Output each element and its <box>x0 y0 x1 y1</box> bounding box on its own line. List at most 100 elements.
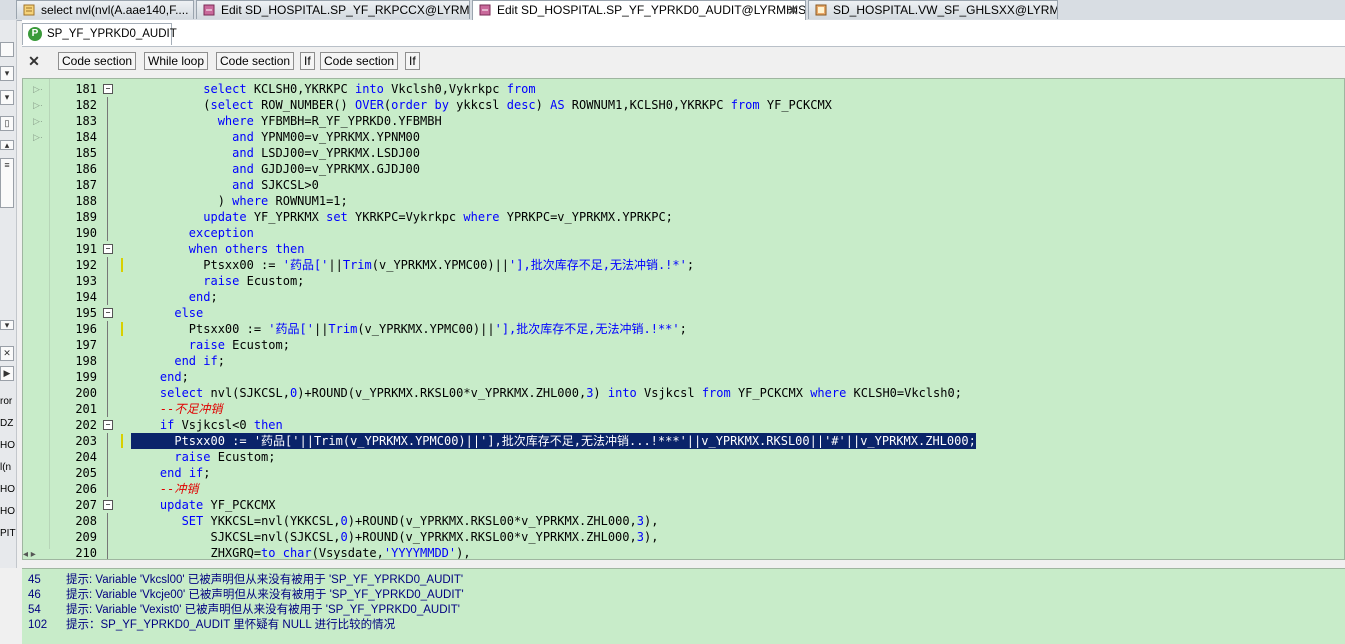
code-line[interactable]: 203 Ptsxx00 := '药品['||Trim(v_YPRKMX.YPMC… <box>49 433 1344 449</box>
code-text[interactable]: --冲销 <box>131 481 198 497</box>
close-icon[interactable]: ✕ <box>0 346 14 361</box>
fold-toggle-icon[interactable]: − <box>103 308 113 318</box>
code-line[interactable]: 208 SET YKKCSL=nvl(YKKCSL,0)+ROUND(v_YPR… <box>49 513 1344 529</box>
code-line[interactable]: 192 Ptsxx00 := '药品['||Trim(v_YPRKMX.YPMC… <box>49 257 1344 273</box>
code-line[interactable]: 202− if Vsjkcsl<0 then <box>49 417 1344 433</box>
code-text[interactable]: and YPNM00=v_YPRKMX.YPNM00 <box>131 129 420 145</box>
code-editor[interactable]: ▷· ▷· ▷· ▷· 181− select KCLSH0,YKRKPC in… <box>22 78 1345 560</box>
code-line[interactable]: 185 and LSDJ00=v_YPRKMX.LSDJ00 <box>49 145 1344 161</box>
code-text[interactable]: raise Ecustom; <box>131 337 290 353</box>
code-line[interactable]: 182 (select ROW_NUMBER() OVER(order by y… <box>49 97 1344 113</box>
message-row[interactable]: 102 提示：SP_YF_YPRKD0_AUDIT 里怀疑有 NULL 进行比较的… <box>28 618 395 633</box>
code-line[interactable]: 197 raise Ecustom; <box>49 337 1344 353</box>
scroll-down-icon[interactable]: ▾ <box>0 320 14 330</box>
code-text[interactable]: raise Ecustom; <box>131 449 275 465</box>
message-row[interactable]: 45 提示: Variable 'Vkcsl00' 已被声明但从来没有被用于 'S… <box>28 573 463 588</box>
code-text[interactable]: update YF_PCKCMX <box>131 497 276 513</box>
tab-edit-yprkd0-audit[interactable]: Edit SD_HOSPITAL.SP_YF_YPRKD0_AUDIT@LYRM… <box>472 0 806 20</box>
code-text[interactable]: end if; <box>131 465 211 481</box>
code-line[interactable]: 189 update YF_YPRKMX set YKRKPC=Vykrkpc … <box>49 209 1344 225</box>
code-line[interactable]: 201 --不足冲销 <box>49 401 1344 417</box>
code-text[interactable]: if Vsjkcsl<0 then <box>131 417 283 433</box>
code-line[interactable]: 181− select KCLSH0,YKRKPC into Vkclsh0,V… <box>49 81 1344 97</box>
scroll-up-icon[interactable]: ▴ <box>0 140 14 150</box>
tab-sp-yf-yprkd0-audit[interactable]: P SP_YF_YPRKD0_AUDIT <box>22 23 177 45</box>
play-icon[interactable]: ▶ <box>0 366 14 381</box>
panel-button[interactable] <box>0 42 14 57</box>
fold-toggle-icon[interactable]: − <box>103 420 113 430</box>
fold-arrow-icon[interactable]: ▷· <box>33 83 47 95</box>
message-line-number: 45 <box>28 574 41 586</box>
horizontal-scroll-arrows[interactable]: ◂ ▸ <box>23 549 49 559</box>
breadcrumb-if[interactable]: If <box>405 52 420 70</box>
close-icon[interactable]: ✕ <box>787 1 799 19</box>
code-line[interactable]: 206 --冲销 <box>49 481 1344 497</box>
breadcrumb-code-section[interactable]: Code section <box>216 52 295 70</box>
fold-arrow-icon[interactable]: ▷· <box>33 131 47 143</box>
code-text[interactable]: end if; <box>131 353 225 369</box>
code-text[interactable]: Ptsxx00 := '药品['||Trim(v_YPRKMX.YPMC00)|… <box>131 257 694 273</box>
tab-edit-rkpccx[interactable]: Edit SD_HOSPITAL.SP_YF_RKPCCX@LYRMHIS <box>196 0 470 19</box>
dropdown-arrow-icon[interactable]: ▾ <box>0 90 14 105</box>
dropdown-arrow-icon[interactable]: ▾ <box>0 66 14 81</box>
code-text[interactable]: else <box>131 305 203 321</box>
code-line[interactable]: 190 exception <box>49 225 1344 241</box>
breadcrumb-code-section[interactable]: Code section <box>320 52 399 70</box>
tab-select-query[interactable]: select nvl(nvl(A.aae140,F.... <box>16 0 194 19</box>
fold-arrow-icon[interactable]: ▷· <box>33 99 47 111</box>
code-text[interactable]: ) where ROWNUM1=1; <box>131 193 348 209</box>
code-text[interactable]: end; <box>131 289 218 305</box>
fold-guide <box>107 545 108 559</box>
code-text[interactable]: exception <box>131 225 254 241</box>
code-line[interactable]: 210 ZHXGRQ=to_char(Vsysdate,'YYYYMMDD'), <box>49 545 1344 559</box>
code-text[interactable]: SJKCSL=nvl(SJKCSL,0)+ROUND(v_YPRKMX.RKSL… <box>131 529 658 545</box>
code-text[interactable]: Ptsxx00 := '药品['||Trim(v_YPRKMX.YPMC00)|… <box>131 321 687 337</box>
code-line[interactable]: 193 raise Ecustom; <box>49 273 1344 289</box>
code-line[interactable]: 207− update YF_PCKCMX <box>49 497 1344 513</box>
breadcrumb-if[interactable]: If <box>300 52 315 70</box>
scrollbar-thumb[interactable]: ≡ <box>0 158 14 208</box>
message-row[interactable]: 54 提示: Variable 'Vexist0' 已被声明但从来没有被用于 'S… <box>28 603 460 618</box>
code-text[interactable]: --不足冲销 <box>131 401 222 417</box>
breadcrumb-while-loop[interactable]: While loop <box>144 52 209 70</box>
code-line[interactable]: 204 raise Ecustom; <box>49 449 1344 465</box>
document-icon[interactable]: ▯ <box>0 116 14 131</box>
code-text[interactable]: raise Ecustom; <box>131 273 304 289</box>
tab-view-ghlsxx[interactable]: SD_HOSPITAL.VW_SF_GHLSXX@LYRMHIS <box>808 0 1058 19</box>
code-line[interactable]: 196 Ptsxx00 := '药品['||Trim(v_YPRKMX.YPMC… <box>49 321 1344 337</box>
code-text[interactable]: where YFBMBH=R_YF_YPRKD0.YFBMBH <box>131 113 442 129</box>
code-line[interactable]: 195− else <box>49 305 1344 321</box>
breadcrumb-code-section[interactable]: Code section <box>58 52 137 70</box>
fold-arrow-icon[interactable]: ▷· <box>33 115 47 127</box>
code-text[interactable]: end; <box>131 369 189 385</box>
code-text[interactable]: SET YKKCSL=nvl(YKKCSL,0)+ROUND(v_YPRKMX.… <box>131 513 659 529</box>
code-text[interactable]: update YF_YPRKMX set YKRKPC=Vykrkpc wher… <box>131 209 673 225</box>
code-text[interactable]: Ptsxx00 := '药品['||Trim(v_YPRKMX.YPMC00)|… <box>131 433 976 449</box>
code-line[interactable]: 194 end; <box>49 289 1344 305</box>
code-line[interactable]: 205 end if; <box>49 465 1344 481</box>
code-text[interactable]: and LSDJ00=v_YPRKMX.LSDJ00 <box>131 145 420 161</box>
code-line[interactable]: 186 and GJDJ00=v_YPRKMX.GJDJ00 <box>49 161 1344 177</box>
code-line[interactable]: 188 ) where ROWNUM1=1; <box>49 193 1344 209</box>
code-line[interactable]: 200 select nvl(SJKCSL,0)+ROUND(v_YPRKMX.… <box>49 385 1344 401</box>
code-text[interactable]: and GJDJ00=v_YPRKMX.GJDJ00 <box>131 161 420 177</box>
code-text[interactable]: and SJKCSL>0 <box>131 177 319 193</box>
code-line[interactable]: 191− when others then <box>49 241 1344 257</box>
fold-toggle-icon[interactable]: − <box>103 244 113 254</box>
code-text[interactable]: select KCLSH0,YKRKPC into Vkclsh0,Vykrkp… <box>131 81 535 97</box>
code-line[interactable]: 198 end if; <box>49 353 1344 369</box>
code-text[interactable]: (select ROW_NUMBER() OVER(order by ykkcs… <box>131 97 832 113</box>
message-row[interactable]: 46 提示: Variable 'Vkcje00' 已被声明但从来没有被用于 'S… <box>28 588 464 603</box>
code-line[interactable]: 183 where YFBMBH=R_YF_YPRKD0.YFBMBH <box>49 113 1344 129</box>
close-icon[interactable]: ✕ <box>26 53 42 69</box>
fold-toggle-icon[interactable]: − <box>103 84 113 94</box>
code-line[interactable]: 184 and YPNM00=v_YPRKMX.YPNM00 <box>49 129 1344 145</box>
code-text[interactable]: ZHXGRQ=to_char(Vsysdate,'YYYYMMDD'), <box>131 545 470 559</box>
code-lines[interactable]: 181− select KCLSH0,YKRKPC into Vkclsh0,V… <box>49 79 1344 559</box>
code-line[interactable]: 209 SJKCSL=nvl(SJKCSL,0)+ROUND(v_YPRKMX.… <box>49 529 1344 545</box>
code-text[interactable]: when others then <box>131 241 305 257</box>
fold-toggle-icon[interactable]: − <box>103 500 113 510</box>
code-line[interactable]: 199 end; <box>49 369 1344 385</box>
code-line[interactable]: 187 and SJKCSL>0 <box>49 177 1344 193</box>
code-text[interactable]: select nvl(SJKCSL,0)+ROUND(v_YPRKMX.RKSL… <box>131 385 962 401</box>
